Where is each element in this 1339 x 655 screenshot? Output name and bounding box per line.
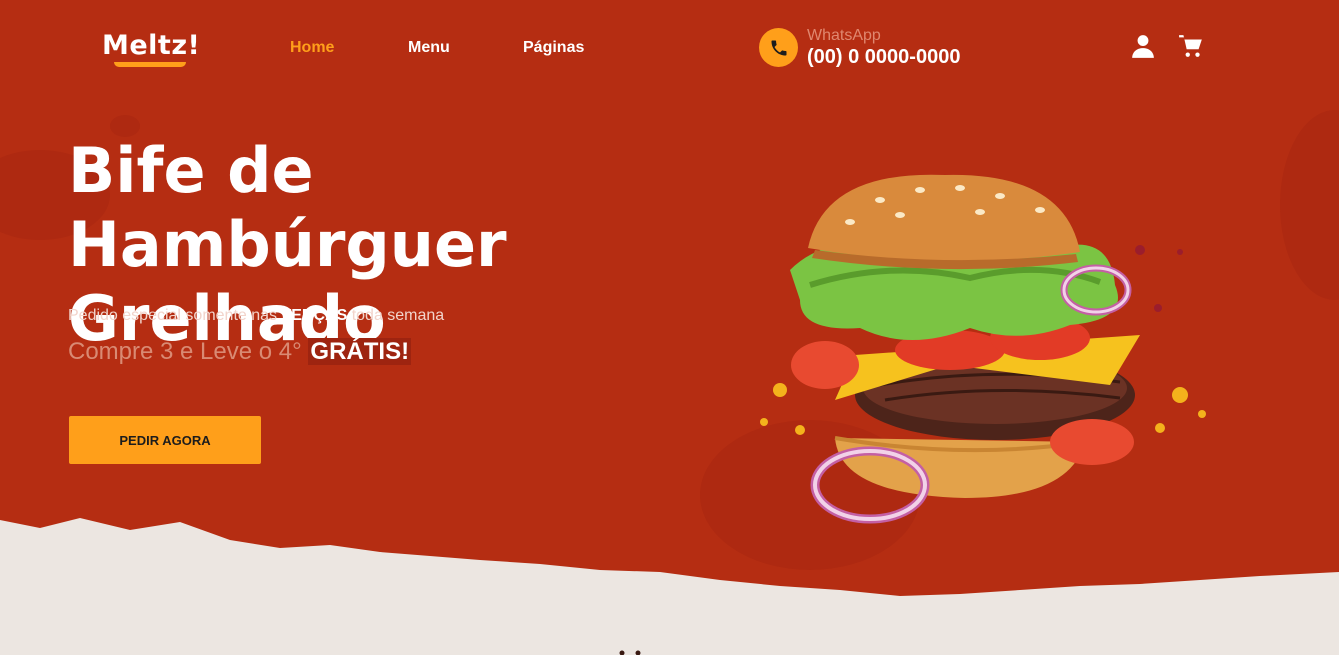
user-icon[interactable]: [1130, 33, 1156, 59]
hero-subtitle: Pedido especial somente nas TERÇAS toda …: [68, 307, 444, 325]
decorative-dots: [619, 650, 641, 655]
hero-offer-prefix: Compre 3 e Leve o 4°: [68, 338, 309, 365]
nav-item-paginas[interactable]: Páginas: [523, 39, 584, 57]
nav-item-menu[interactable]: Menu: [408, 39, 450, 57]
hero-subtitle-prefix: Pedido especial somente nas: [68, 307, 282, 324]
site-header: Meltz! Home Menu Páginas WhatsApp (00) 0…: [0, 0, 1339, 95]
logo-swoosh: [114, 62, 186, 67]
whatsapp-label: WhatsApp: [807, 27, 881, 44]
hero-subtitle-suffix: toda semana: [347, 307, 445, 324]
whatsapp-number[interactable]: (00) 0 0000-0000: [807, 46, 960, 69]
nav-item-home[interactable]: Home: [290, 39, 334, 57]
torn-paper-divider: [0, 518, 1339, 655]
logo[interactable]: Meltz!: [102, 30, 201, 70]
hero-offer: Compre 3 e Leve o 4° GRÁTIS!: [68, 338, 412, 366]
phone-icon[interactable]: [759, 28, 798, 67]
background-splatter: [1280, 110, 1339, 300]
hero-subtitle-highlight: TERÇAS: [281, 307, 348, 324]
cart-icon[interactable]: [1178, 33, 1204, 59]
burger-illustration: [760, 174, 1206, 524]
logo-text: Meltz!: [102, 30, 201, 61]
order-now-button[interactable]: PEDIR AGORA: [69, 416, 261, 464]
hero-offer-highlight: GRÁTIS!: [308, 338, 412, 365]
hero-title-line1: Bife de Hambúrguer: [68, 134, 507, 281]
